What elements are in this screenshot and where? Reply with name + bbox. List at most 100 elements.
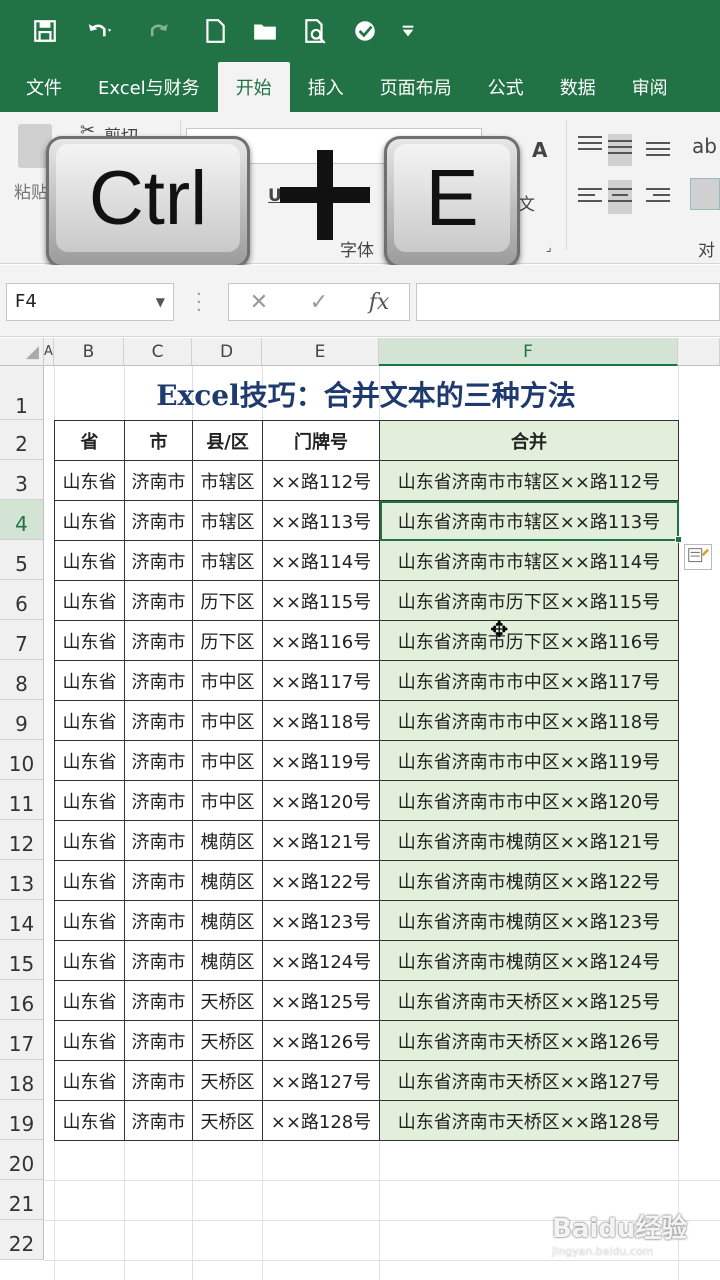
customize-qat-icon[interactable] — [400, 16, 416, 46]
font-dialog-launcher-icon[interactable]: ⌟ — [546, 240, 552, 254]
flash-fill-options-icon[interactable] — [684, 544, 712, 570]
cell-province[interactable]: 山东省 — [54, 780, 125, 821]
cell-address[interactable]: ××路127号 — [262, 1060, 380, 1101]
row-header[interactable]: 1 — [0, 366, 44, 420]
cell-address[interactable]: ××路117号 — [262, 660, 380, 701]
row-header[interactable]: 22 — [0, 1220, 44, 1260]
cell-city[interactable]: 济南市 — [124, 660, 193, 701]
cell-city[interactable]: 济南市 — [124, 1060, 193, 1101]
cell-district[interactable]: 槐荫区 — [192, 900, 263, 941]
cell-district[interactable]: 天桥区 — [192, 1100, 263, 1141]
cell-province[interactable]: 山东省 — [54, 1100, 125, 1141]
spell-check-icon[interactable] — [350, 16, 380, 46]
tab-review[interactable]: 审阅 — [614, 62, 686, 112]
row-header[interactable]: 3 — [0, 460, 44, 500]
column-header-c[interactable]: C — [124, 338, 192, 366]
header-merged[interactable]: 合并 — [379, 420, 679, 461]
cell-address[interactable]: ××路126号 — [262, 1020, 380, 1061]
cell-district[interactable]: 天桥区 — [192, 1060, 263, 1101]
undo-icon[interactable] — [80, 16, 120, 46]
row-header[interactable]: 9 — [0, 700, 44, 740]
cell-address[interactable]: ××路119号 — [262, 740, 380, 781]
cell-merged[interactable]: 山东省济南市市辖区××路112号 — [379, 460, 679, 501]
align-bottom-icon[interactable] — [646, 142, 670, 162]
align-center-icon[interactable] — [608, 180, 632, 214]
cell-city[interactable]: 济南市 — [124, 980, 193, 1021]
tab-insert[interactable]: 插入 — [290, 62, 362, 112]
row-header[interactable]: 21 — [0, 1180, 44, 1220]
column-header-a[interactable]: A — [44, 338, 54, 366]
cell-merged[interactable]: 山东省济南市市中区××路119号 — [379, 740, 679, 781]
cell-city[interactable]: 济南市 — [124, 500, 193, 541]
row-header[interactable]: 20 — [0, 1140, 44, 1180]
cell-district[interactable]: 槐荫区 — [192, 940, 263, 981]
cell-province[interactable]: 山东省 — [54, 460, 125, 501]
fill-handle[interactable] — [675, 536, 682, 543]
cell-merged[interactable]: 山东省济南市历下区××路116号 — [379, 620, 679, 661]
cell-province[interactable]: 山东省 — [54, 660, 125, 701]
tab-home[interactable]: 开始 — [217, 62, 290, 112]
cell-province[interactable]: 山东省 — [54, 900, 125, 941]
cell-city[interactable]: 济南市 — [124, 940, 193, 981]
cell-address[interactable]: ××路124号 — [262, 940, 380, 981]
cell-merged[interactable]: 山东省济南市槐荫区××路122号 — [379, 860, 679, 901]
cell-province[interactable]: 山东省 — [54, 1060, 125, 1101]
cell-city[interactable]: 济南市 — [124, 460, 193, 501]
cell-address[interactable]: ××路113号 — [262, 500, 380, 541]
cell-address[interactable]: ××路121号 — [262, 820, 380, 861]
cell-merged[interactable]: 山东省济南市天桥区××路127号 — [379, 1060, 679, 1101]
cell-city[interactable]: 济南市 — [124, 580, 193, 621]
cell-province[interactable]: 山东省 — [54, 1020, 125, 1061]
row-header[interactable]: 10 — [0, 740, 44, 780]
cell-province[interactable]: 山东省 — [54, 940, 125, 981]
row-header[interactable]: 6 — [0, 580, 44, 620]
align-top-icon[interactable] — [578, 136, 602, 156]
cell-city[interactable]: 济南市 — [124, 540, 193, 581]
tab-page-layout[interactable]: 页面布局 — [362, 62, 470, 112]
phonetic-button[interactable]: 文 — [518, 190, 535, 215]
cell-district[interactable]: 市辖区 — [192, 500, 263, 541]
open-folder-icon[interactable] — [250, 16, 280, 46]
cell-merged[interactable]: 山东省济南市槐荫区××路124号 — [379, 940, 679, 981]
cancel-icon[interactable]: ✕ — [229, 290, 289, 315]
worksheet-grid[interactable]: ◢ A B C D E F 1 2 3 4 5 6 7 8 9 10 11 12… — [0, 338, 720, 1280]
cell-address[interactable]: ××路116号 — [262, 620, 380, 661]
select-all-corner[interactable]: ◢ — [0, 338, 44, 366]
chevron-down-icon[interactable]: ▼ — [156, 284, 165, 320]
cell-city[interactable]: 济南市 — [124, 700, 193, 741]
cell-merged[interactable]: 山东省济南市市辖区××路114号 — [379, 540, 679, 581]
cell-district[interactable]: 市中区 — [192, 740, 263, 781]
cell-merged[interactable]: 山东省济南市市中区××路117号 — [379, 660, 679, 701]
row-header[interactable]: 11 — [0, 780, 44, 820]
row-header[interactable]: 15 — [0, 940, 44, 980]
enter-icon[interactable]: ✓ — [289, 290, 349, 315]
cell-address[interactable]: ××路123号 — [262, 900, 380, 941]
row-header[interactable]: 17 — [0, 1020, 44, 1060]
cell-province[interactable]: 山东省 — [54, 580, 125, 621]
header-address[interactable]: 门牌号 — [262, 420, 380, 461]
column-header-d[interactable]: D — [192, 338, 262, 366]
cell-city[interactable]: 济南市 — [124, 900, 193, 941]
cell-province[interactable]: 山东省 — [54, 860, 125, 901]
name-box[interactable]: F4 ▼ — [6, 283, 174, 321]
cell-merged[interactable]: 山东省济南市市辖区××路113号 — [379, 500, 679, 541]
cell-merged[interactable]: 山东省济南市槐荫区××路121号 — [379, 820, 679, 861]
row-header[interactable]: 4 — [0, 500, 44, 540]
cell-merged[interactable]: 山东省济南市市中区××路118号 — [379, 700, 679, 741]
cell-merged[interactable]: 山东省济南市槐荫区××路123号 — [379, 900, 679, 941]
cell-city[interactable]: 济南市 — [124, 740, 193, 781]
print-preview-icon[interactable] — [300, 16, 330, 46]
header-province[interactable]: 省 — [54, 420, 125, 461]
cell-district[interactable]: 市辖区 — [192, 460, 263, 501]
insert-function-icon[interactable]: fx — [349, 290, 409, 315]
cell-province[interactable]: 山东省 — [54, 540, 125, 581]
cell-address[interactable]: ××路115号 — [262, 580, 380, 621]
row-header[interactable]: 18 — [0, 1060, 44, 1100]
row-header[interactable]: 12 — [0, 820, 44, 860]
indent-icon[interactable] — [690, 178, 720, 210]
cell-city[interactable]: 济南市 — [124, 1020, 193, 1061]
row-header[interactable]: 13 — [0, 860, 44, 900]
cell-merged[interactable]: 山东省济南市历下区××路115号 — [379, 580, 679, 621]
cell-province[interactable]: 山东省 — [54, 820, 125, 861]
tab-data[interactable]: 数据 — [542, 62, 614, 112]
